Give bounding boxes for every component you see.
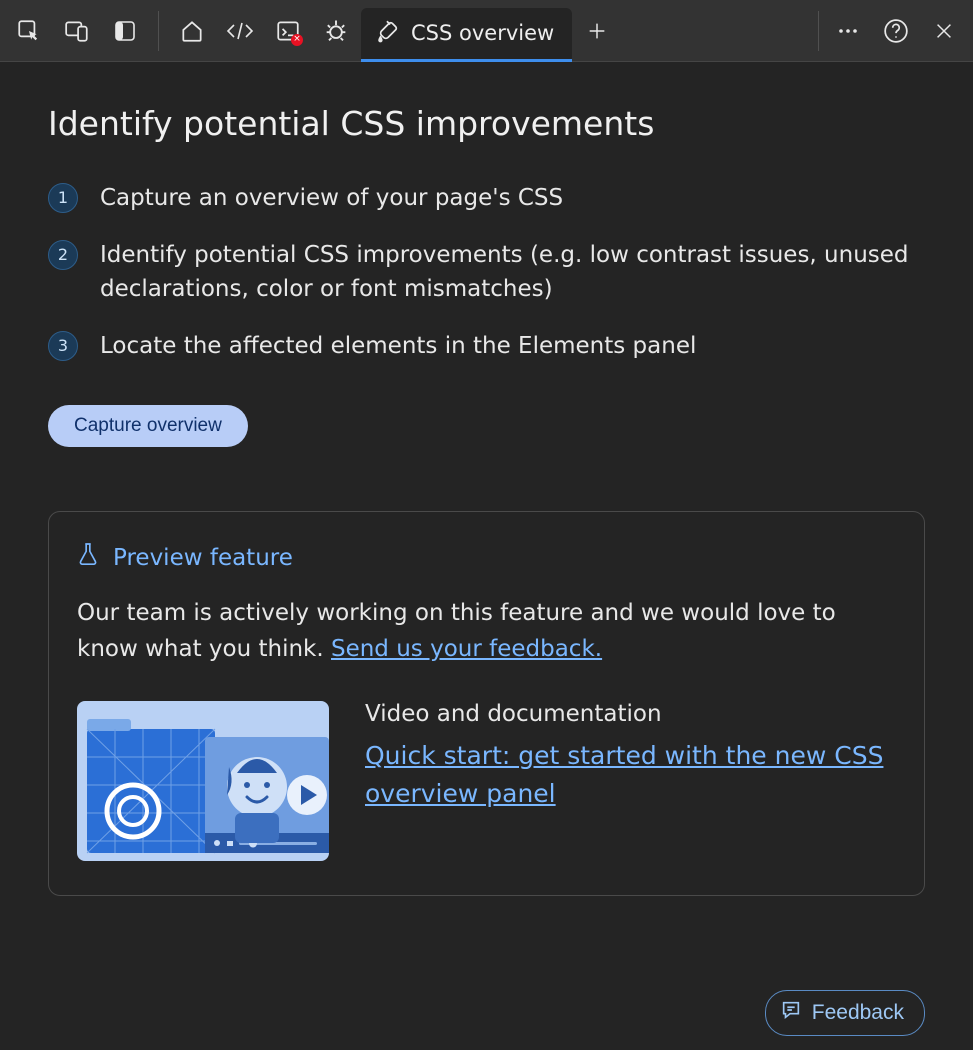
step-text: Capture an overview of your page's CSS bbox=[100, 181, 563, 216]
new-tab-button[interactable] bbox=[574, 8, 620, 54]
card-body: Our team is actively working on this fea… bbox=[77, 596, 896, 667]
page-title: Identify potential CSS improvements bbox=[48, 104, 925, 143]
step-item: 3 Locate the affected elements in the El… bbox=[48, 329, 925, 364]
feedback-button[interactable]: Feedback bbox=[765, 990, 925, 1036]
step-item: 2 Identify potential CSS improvements (e… bbox=[48, 238, 925, 307]
dock-side-button[interactable] bbox=[102, 8, 148, 54]
feedback-icon bbox=[780, 999, 802, 1027]
sources-tab-button[interactable] bbox=[313, 8, 359, 54]
css-overview-panel: Identify potential CSS improvements 1 Ca… bbox=[0, 62, 973, 1050]
documentation-row: Video and documentation Quick start: get… bbox=[77, 701, 896, 861]
steps-list: 1 Capture an overview of your page's CSS… bbox=[48, 181, 925, 385]
video-thumbnail[interactable] bbox=[77, 701, 329, 861]
paint-bucket-icon bbox=[375, 18, 401, 48]
tab-label: CSS overview bbox=[411, 21, 554, 45]
close-devtools-button[interactable] bbox=[921, 8, 967, 54]
toolbar-separator bbox=[818, 11, 819, 51]
inspect-element-button[interactable] bbox=[6, 8, 52, 54]
more-options-button[interactable] bbox=[825, 8, 871, 54]
console-tab-button[interactable] bbox=[265, 8, 311, 54]
send-feedback-link[interactable]: Send us your feedback. bbox=[331, 636, 602, 662]
step-number-badge: 3 bbox=[48, 331, 78, 361]
preview-feature-card: Preview feature Our team is actively wor… bbox=[48, 511, 925, 896]
feedback-button-label: Feedback bbox=[812, 1001, 904, 1025]
step-text: Identify potential CSS improvements (e.g… bbox=[100, 238, 925, 307]
capture-overview-button[interactable]: Capture overview bbox=[48, 405, 248, 447]
welcome-tab-button[interactable] bbox=[169, 8, 215, 54]
device-toolbar-button[interactable] bbox=[54, 8, 100, 54]
css-overview-tab[interactable]: CSS overview bbox=[361, 8, 572, 62]
card-header: Preview feature bbox=[77, 542, 896, 574]
flask-icon bbox=[77, 542, 99, 574]
card-header-text: Preview feature bbox=[113, 545, 293, 571]
step-number-badge: 2 bbox=[48, 240, 78, 270]
step-number-badge: 1 bbox=[48, 183, 78, 213]
devtools-toolbar: CSS overview bbox=[0, 0, 973, 62]
step-text: Locate the affected elements in the Elem… bbox=[100, 329, 696, 364]
elements-tab-button[interactable] bbox=[217, 8, 263, 54]
help-button[interactable] bbox=[873, 8, 919, 54]
console-error-badge bbox=[291, 34, 303, 46]
step-item: 1 Capture an overview of your page's CSS bbox=[48, 181, 925, 216]
toolbar-separator bbox=[158, 11, 159, 51]
documentation-heading: Video and documentation bbox=[365, 701, 896, 727]
quick-start-link[interactable]: Quick start: get started with the new CS… bbox=[365, 741, 883, 808]
